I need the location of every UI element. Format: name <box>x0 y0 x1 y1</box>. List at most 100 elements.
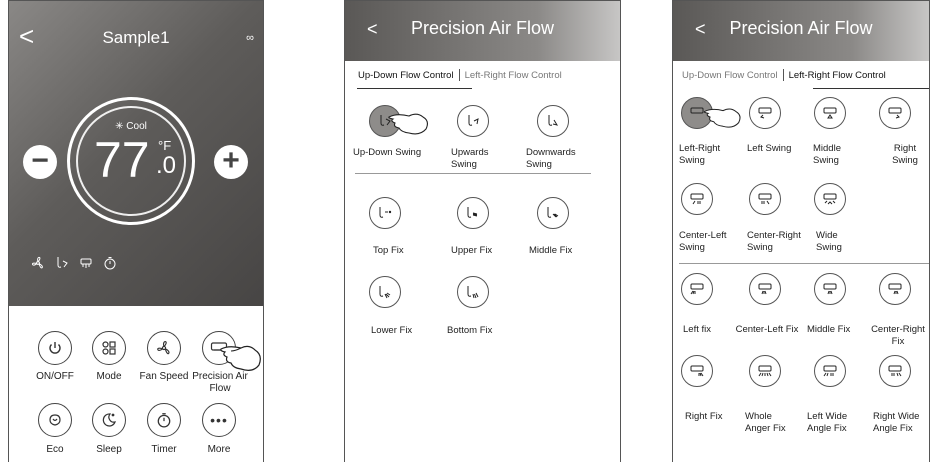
increase-temp-button[interactable]: + <box>214 145 248 179</box>
flow-tabs: Up-Down Flow Control Left-Right Flow Cont… <box>679 69 889 81</box>
option-label: Right Swing <box>892 143 918 166</box>
option-label: Bottom Fix <box>447 325 493 336</box>
left-fix-button[interactable] <box>681 273 713 305</box>
active-tab-underline <box>357 88 472 89</box>
control-label: More <box>207 444 231 455</box>
option-label: Wide Swing <box>816 230 842 253</box>
flow-tabs: Up-Down Flow Control Left-Right Flow Cont… <box>355 69 565 81</box>
middle-fix-icon <box>823 283 837 295</box>
fan-icon <box>31 256 43 269</box>
right-swing-icon <box>888 107 902 119</box>
option-label: Lower Fix <box>371 325 413 336</box>
sleep-button[interactable] <box>92 403 126 437</box>
option-label: Whole Anger Fix <box>745 411 786 434</box>
eco-button[interactable] <box>38 403 72 437</box>
eco-leaf-icon <box>49 414 61 426</box>
center-left-fix-button[interactable] <box>749 273 781 305</box>
temperature-unit: °F <box>158 138 172 153</box>
lower-fix-icon <box>379 286 391 299</box>
left-wide-angle-fix-button[interactable] <box>814 355 846 387</box>
middle-fix-icon <box>547 207 559 218</box>
whole-anger-fix-button[interactable] <box>749 355 781 387</box>
hand-pointer-icon <box>388 113 429 135</box>
upwards-swing-icon <box>468 115 479 126</box>
option-label: Left fix <box>683 324 711 335</box>
more-options-icon[interactable]: ∞ <box>246 32 254 44</box>
timer-button[interactable] <box>147 403 181 437</box>
mode-icon <box>102 341 116 355</box>
device-title: Sample1 <box>102 28 170 47</box>
hand-pointer-icon <box>220 345 261 371</box>
middle-fix-button[interactable] <box>814 273 846 305</box>
whole-angle-fix-icon <box>758 365 772 377</box>
tab-up-down[interactable]: Up-Down Flow Control <box>679 70 781 81</box>
status-icons <box>31 256 117 270</box>
option-label: Center-Left Fix <box>735 324 799 335</box>
right-swing-button[interactable] <box>879 97 911 129</box>
top-fix-button[interactable] <box>369 197 401 229</box>
vertical-swing-icon <box>57 257 68 268</box>
option-label: Top Fix <box>373 245 404 256</box>
option-label: Right Wide Angle Fix <box>873 411 920 434</box>
header-bar: < Precision Air Flow <box>345 1 620 61</box>
more-icon: ••• <box>210 412 228 428</box>
timer-icon <box>157 413 171 428</box>
power-button[interactable] <box>38 331 72 365</box>
right-fix-button[interactable] <box>681 355 713 387</box>
section-divider <box>679 263 929 264</box>
option-label: Middle Fix <box>529 245 573 256</box>
horizontal-swing-icon <box>80 258 92 268</box>
right-fix-icon <box>690 365 704 377</box>
upwards-swing-button[interactable] <box>457 105 489 137</box>
center-right-swing-icon <box>758 193 772 205</box>
mode-button[interactable] <box>92 331 126 365</box>
power-icon <box>49 342 61 354</box>
section-divider <box>355 173 591 174</box>
center-right-fix-button[interactable] <box>879 273 911 305</box>
tab-left-right[interactable]: Left-Right Flow Control <box>786 70 889 81</box>
temperature-value: 77 <box>94 132 150 188</box>
option-label: Left Swing <box>747 143 792 154</box>
hand-pointer-icon <box>703 108 741 128</box>
wide-swing-button[interactable] <box>814 183 846 215</box>
more-button[interactable]: ••• <box>202 403 236 437</box>
upper-fix-button[interactable] <box>457 197 489 229</box>
center-left-swing-button[interactable] <box>681 183 713 215</box>
page-title: Precision Air Flow <box>410 18 555 38</box>
decrease-temp-button[interactable]: − <box>23 145 57 179</box>
page-title: Precision Air Flow <box>729 18 873 38</box>
active-tab-underline <box>813 88 929 89</box>
left-right-flow-screen: < Precision Air Flow Up-Down Flow Contro… <box>672 0 930 462</box>
bottom-fix-icon <box>467 286 479 299</box>
option-label: Center-Left Swing <box>679 230 727 253</box>
lower-fix-button[interactable] <box>369 276 401 308</box>
mode-indicator: ✳ Cool <box>115 121 147 132</box>
option-label: Left Wide Angle Fix <box>807 411 848 434</box>
option-label: Left-Right Swing <box>679 143 721 166</box>
right-wide-angle-fix-icon <box>888 365 902 377</box>
center-right-fix-icon <box>888 283 902 295</box>
center-right-swing-button[interactable] <box>749 183 781 215</box>
temperature-decimal: .0 <box>156 152 177 179</box>
left-swing-icon <box>758 107 772 119</box>
center-left-swing-icon <box>690 193 704 205</box>
option-label: Middle Swing <box>813 143 841 166</box>
option-label: Upwards Swing <box>451 147 489 170</box>
bottom-fix-button[interactable] <box>457 276 489 308</box>
option-label: Upper Fix <box>451 245 493 256</box>
left-fix-icon <box>690 283 704 295</box>
center-left-fix-icon <box>758 283 772 295</box>
downwards-swing-button[interactable] <box>537 105 569 137</box>
temperature-panel: < Sample1 ∞ − ✳ Cool 77 °F .0 + <box>9 1 263 306</box>
left-swing-button[interactable] <box>749 97 781 129</box>
temperature-dial: ✳ Cool 77 °F .0 <box>67 97 195 225</box>
fan-speed-button[interactable] <box>147 331 181 365</box>
tab-left-right[interactable]: Left-Right Flow Control <box>462 70 565 81</box>
middle-fix-button[interactable] <box>537 197 569 229</box>
right-wide-angle-fix-button[interactable] <box>879 355 911 387</box>
upper-fix-icon <box>467 207 478 218</box>
option-label: Middle Fix <box>807 324 851 335</box>
left-wide-angle-fix-icon <box>823 365 837 377</box>
middle-swing-button[interactable] <box>814 97 846 129</box>
tab-up-down[interactable]: Up-Down Flow Control <box>355 70 457 81</box>
